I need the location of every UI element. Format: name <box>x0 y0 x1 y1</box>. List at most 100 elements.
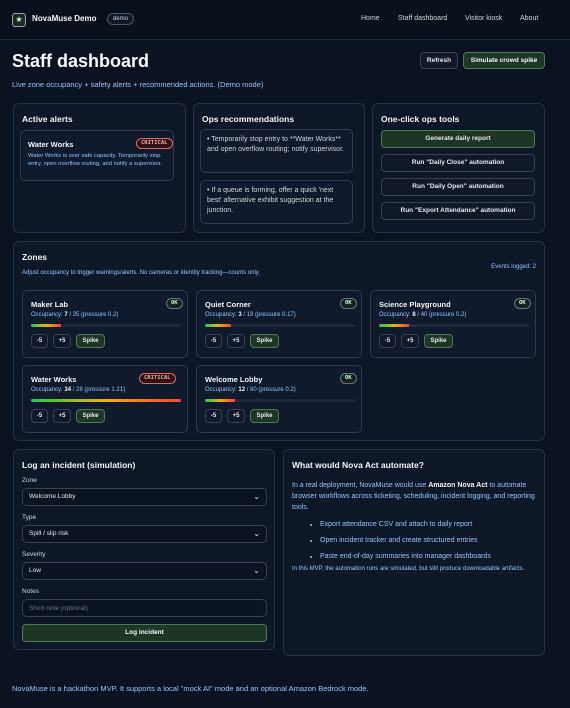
incident-title: Log an incident (simulation) <box>22 460 136 470</box>
pressure-bar <box>379 324 529 327</box>
nova-bullet-list: Export attendance CSV and attach to dail… <box>320 519 540 567</box>
nova-intro: In a real deployment, NovaMuse would use… <box>292 482 535 511</box>
type-select[interactable]: Spill / slip risk ⌄ <box>22 525 267 543</box>
zone-field-label: Zone <box>22 477 37 484</box>
chevron-down-icon: ⌄ <box>253 492 260 501</box>
pressure-bar-fill <box>379 324 409 327</box>
chevron-down-icon: ⌄ <box>253 566 260 575</box>
zone-name: Welcome Lobby <box>205 375 263 384</box>
critical-badge: CRITICAL <box>136 138 173 149</box>
alert-zone-name: Water Works <box>28 140 74 149</box>
notes-field-label: Notes <box>22 588 39 595</box>
list-item: Open incident tracker and create structu… <box>320 535 540 551</box>
nav-about[interactable]: About <box>520 15 538 22</box>
notes-input[interactable] <box>22 599 267 617</box>
recommendation-item: • Temporarily stop entry to **Water Work… <box>200 129 353 173</box>
generate-daily-report-button[interactable]: Generate daily report <box>381 130 535 148</box>
zone-occupancy: Occupancy: 3 / 18 (pressure 0.17) <box>205 312 296 318</box>
ops-recommendations-title: Ops recommendations <box>202 114 295 124</box>
status-badge: OK <box>514 298 531 309</box>
zone-name: Science Playground <box>379 300 451 309</box>
zone-card-welcome-lobby: Welcome Lobby OK Occupancy: 12 / 60 (pre… <box>196 365 362 433</box>
severity-select[interactable]: Low ⌄ <box>22 562 267 580</box>
zone-card-water-works: Water Works CRITICAL Occupancy: 34 / 28 … <box>22 365 188 433</box>
increase-button[interactable]: +5 <box>227 409 245 423</box>
pressure-bar-fill <box>205 324 231 327</box>
decrease-button[interactable]: -5 <box>205 334 222 348</box>
run-export-attendance-button[interactable]: Run "Export Attendance" automation <box>381 202 535 220</box>
increase-button[interactable]: +5 <box>227 334 245 348</box>
ops-recommendations-card: Ops recommendations • Temporarily stop e… <box>193 103 365 233</box>
events-logged-count: Events logged: 2 <box>491 264 536 270</box>
star-logo-icon: ★ <box>12 13 26 27</box>
simulate-crowd-spike-button[interactable]: Simulate crowd spike <box>463 52 545 69</box>
nav-home[interactable]: Home <box>361 15 380 22</box>
spike-button[interactable]: Spike <box>250 334 279 348</box>
nav-visitor-kiosk[interactable]: Visitor kiosk <box>465 15 502 22</box>
page-subtitle: Live zone occupancy + safety alerts + re… <box>12 80 264 89</box>
zone-select[interactable]: Welcome Lobby ⌄ <box>22 488 267 506</box>
run-daily-open-button[interactable]: Run "Daily Open" automation <box>381 178 535 196</box>
pressure-bar-fill <box>205 399 235 402</box>
zone-occupancy: Occupancy: 7 / 35 (pressure 0.2) <box>31 312 119 318</box>
spike-button[interactable]: Spike <box>76 334 105 348</box>
nova-act-title: What would Nova Act automate? <box>292 460 424 470</box>
zone-name: Maker Lab <box>31 300 69 309</box>
increase-button[interactable]: +5 <box>53 409 71 423</box>
alert-text: Water Works is over safe capacity. Tempo… <box>28 153 162 167</box>
run-daily-close-button[interactable]: Run "Daily Close" automation <box>381 154 535 172</box>
brand-name[interactable]: NovaMuse Demo <box>32 14 96 23</box>
pressure-bar <box>31 324 181 327</box>
nav-staff-dashboard[interactable]: Staff dashboard <box>398 15 447 22</box>
incident-card: Log an incident (simulation) Zone Welcom… <box>13 449 275 650</box>
zone-occupancy: Occupancy: 34 / 28 (pressure 1.21) <box>31 387 126 393</box>
ops-tools-title: One-click ops tools <box>381 114 460 124</box>
decrease-button[interactable]: -5 <box>205 409 222 423</box>
log-incident-button[interactable]: Log incident <box>22 624 267 642</box>
decrease-button[interactable]: -5 <box>31 334 48 348</box>
type-field-label: Type <box>22 514 37 521</box>
status-badge: OK <box>340 298 357 309</box>
demo-badge: demo <box>107 13 135 25</box>
active-alerts-title: Active alerts <box>22 114 73 124</box>
active-alerts-card: Active alerts Water Works CRITICAL Water… <box>13 103 186 233</box>
zone-card-maker-lab: Maker Lab OK Occupancy: 7 / 35 (pressure… <box>22 290 188 358</box>
zone-occupancy: Occupancy: 12 / 60 (pressure 0.2) <box>205 387 296 393</box>
spike-button[interactable]: Spike <box>76 409 105 423</box>
list-item: Export attendance CSV and attach to dail… <box>320 519 540 535</box>
zone-select-value: Welcome Lobby <box>29 493 76 500</box>
spike-button[interactable]: Spike <box>424 334 453 348</box>
chevron-down-icon: ⌄ <box>253 529 260 538</box>
severity-select-value: Low <box>29 567 41 574</box>
severity-field-label: Severity <box>22 551 46 558</box>
zone-card-quiet-corner: Quiet Corner OK Occupancy: 3 / 18 (press… <box>196 290 362 358</box>
ops-tools-card: One-click ops tools Generate daily repor… <box>372 103 545 233</box>
pressure-bar <box>205 324 355 327</box>
status-badge: CRITICAL <box>139 373 176 384</box>
zone-occupancy: Occupancy: 8 / 40 (pressure 0.2) <box>379 312 467 318</box>
zone-card-science-playground: Science Playground OK Occupancy: 8 / 40 … <box>370 290 536 358</box>
alert-item: Water Works CRITICAL Water Works is over… <box>20 130 174 181</box>
zones-card: Zones Adjust occupancy to trigger warnin… <box>13 241 545 441</box>
zone-name: Quiet Corner <box>205 300 251 309</box>
increase-button[interactable]: +5 <box>53 334 71 348</box>
zone-name: Water Works <box>31 375 77 384</box>
zones-title: Zones <box>22 252 48 262</box>
decrease-button[interactable]: -5 <box>379 334 396 348</box>
page-title: Staff dashboard <box>12 51 150 71</box>
nova-act-card: What would Nova Act automate? In a real … <box>283 449 545 656</box>
zones-description: Adjust occupancy to trigger warnings/ale… <box>22 270 260 276</box>
pressure-bar <box>205 399 355 402</box>
nova-note: In this MVP, the automation runs are sim… <box>292 566 525 572</box>
pressure-bar-fill <box>31 399 181 402</box>
recommendation-item: • If a queue is forming, offer a quick '… <box>200 180 353 224</box>
type-select-value: Spill / slip risk <box>29 530 69 537</box>
decrease-button[interactable]: -5 <box>31 409 48 423</box>
pressure-bar-fill <box>31 324 61 327</box>
top-bar: ★ NovaMuse Demo demo Home Staff dashboar… <box>0 0 570 40</box>
spike-button[interactable]: Spike <box>250 409 279 423</box>
refresh-button[interactable]: Refresh <box>420 52 458 69</box>
footer-text: NovaMuse is a hackathon MVP. It supports… <box>12 684 369 693</box>
increase-button[interactable]: +5 <box>401 334 419 348</box>
status-badge: OK <box>340 373 357 384</box>
